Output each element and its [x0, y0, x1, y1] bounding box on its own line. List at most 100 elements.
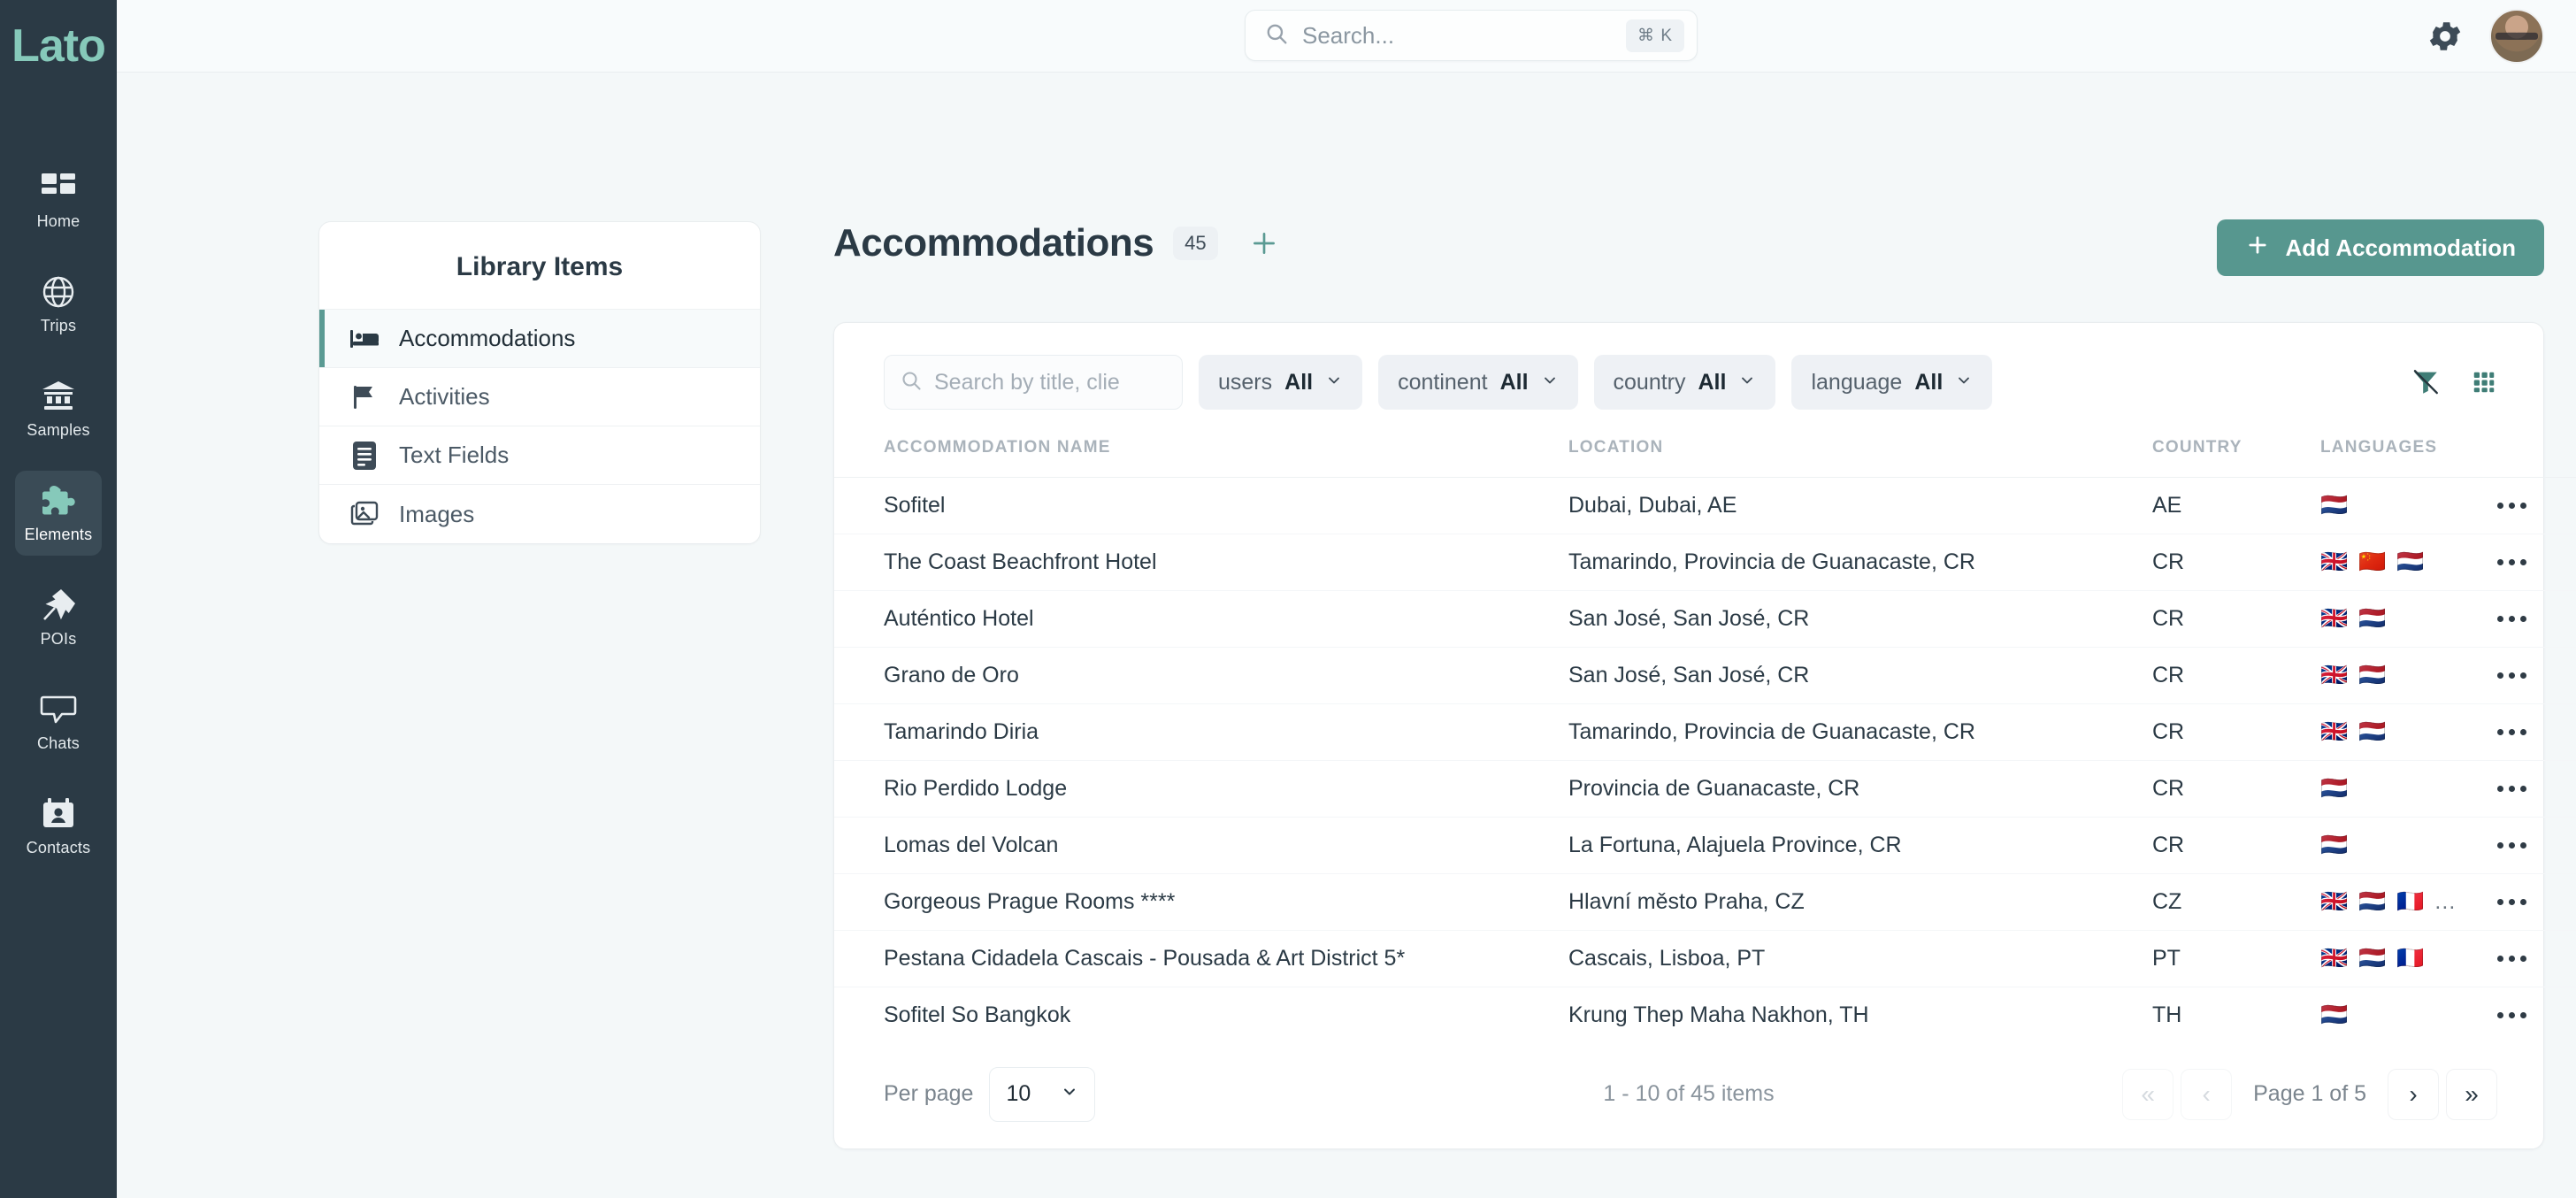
rail-item-trips[interactable]: Trips — [15, 262, 102, 347]
table-row[interactable]: Pestana Cidadela Cascais - Pousada & Art… — [834, 930, 2576, 987]
table-search-input[interactable]: Search by title, clie — [884, 355, 1183, 410]
flag-icon: 🇳🇱 — [2320, 493, 2349, 518]
first-page-button[interactable]: « — [2122, 1068, 2174, 1120]
cell-languages: 🇳🇱 — [2320, 477, 2497, 534]
items-count-label: 1 - 10 of 45 items — [1603, 1081, 1775, 1106]
last-page-button[interactable]: » — [2446, 1068, 2497, 1120]
chevron-down-icon — [1955, 372, 1973, 394]
next-page-button[interactable]: › — [2388, 1068, 2439, 1120]
table-filter-bar: Search by title, clie users All continen… — [834, 323, 2543, 433]
cell-location: Hlavní město Praha, CZ — [1568, 873, 2152, 931]
cell-location: La Fortuna, Alajuela Province, CR — [1568, 817, 2152, 874]
per-page-select[interactable]: 10 — [989, 1066, 1096, 1122]
filter-chip-language[interactable]: language All — [1791, 355, 1993, 410]
chat-bubble-icon — [39, 691, 78, 728]
more-languages-ellipsis[interactable]: ... — [2434, 889, 2456, 915]
cell-languages: 🇬🇧 🇳🇱 — [2320, 703, 2497, 761]
table-footer: Per page 10 1 - 10 of 45 items « ‹ Page … — [834, 1044, 2543, 1148]
language-flag-list: 🇬🇧 🇳🇱 🇫🇷... — [2320, 889, 2497, 915]
cell-row-actions — [2497, 930, 2576, 987]
more-horizontal-icon[interactable] — [2497, 956, 2576, 962]
main-area: Search... ⌘ K Library Items Accommodatio… — [117, 0, 2576, 1198]
language-flag-list: 🇬🇧 🇳🇱 — [2320, 721, 2497, 743]
add-accommodation-button[interactable]: Add Accommodation — [2216, 219, 2544, 276]
table-row[interactable]: Grano de Oro San José, San José, CR CR 🇬🇧 🇳🇱 — [834, 647, 2576, 704]
filter-chip-continent[interactable]: continent All — [1378, 355, 1578, 410]
filter-off-icon[interactable] — [2411, 367, 2441, 397]
cell-accommodation-name[interactable]: Tamarindo Diria — [834, 703, 1568, 761]
cell-accommodation-name[interactable]: Lomas del Volcan — [834, 817, 1568, 874]
more-horizontal-icon[interactable] — [2497, 503, 2576, 509]
add-tab-plus-icon[interactable] — [1246, 226, 1282, 261]
filter-chip-users[interactable]: users All — [1199, 355, 1363, 410]
library-item-text-fields[interactable]: Text Fields — [319, 426, 760, 485]
cell-location: San José, San José, CR — [1568, 647, 2152, 704]
cell-accommodation-name[interactable]: Pestana Cidadela Cascais - Pousada & Art… — [834, 930, 1568, 987]
cell-country: TH — [2152, 1002, 2182, 1028]
more-horizontal-icon[interactable] — [2497, 899, 2576, 905]
flag-icon: 🇳🇱 — [2358, 946, 2387, 971]
rail-item-home[interactable]: Home — [15, 157, 102, 242]
cell-accommodation-name[interactable]: Gorgeous Prague Rooms **** — [834, 873, 1568, 931]
flag-icon: 🇫🇷 — [2396, 946, 2425, 971]
table-row[interactable]: Auténtico Hotel San José, San José, CR CR 🇬… — [834, 590, 2576, 648]
cell-country: PT — [2152, 930, 2320, 987]
cell-country: CR — [2152, 534, 2320, 591]
rail-item-pois[interactable]: POIs — [15, 575, 102, 660]
more-horizontal-icon[interactable] — [2497, 786, 2576, 792]
search-icon — [901, 370, 922, 395]
global-search-input[interactable]: Search... ⌘ K — [1245, 10, 1698, 61]
language-flag-list: 🇬🇧 🇳🇱 — [2320, 664, 2497, 687]
table-row[interactable]: Sofitel So Bangkok Krung Thep Maha Nakhon… — [834, 987, 2576, 1044]
more-horizontal-icon[interactable] — [2497, 559, 2576, 565]
rail-item-samples[interactable]: Samples — [15, 366, 102, 451]
gear-icon[interactable] — [2426, 17, 2465, 56]
table-search-placeholder: Search by title, clie — [934, 369, 1120, 395]
column-header-name[interactable]: ACCOMMODATION NAME — [834, 433, 1568, 478]
more-horizontal-icon[interactable] — [2497, 729, 2576, 735]
more-horizontal-icon[interactable] — [2497, 672, 2576, 679]
cell-accommodation-name[interactable]: Grano de Oro — [834, 647, 1568, 704]
table-row[interactable]: Lomas del Volcan La Fortuna, Alajuela Pro… — [834, 817, 2576, 874]
table-row[interactable]: Sofitel Dubai, Dubai, AE AE 🇳🇱 — [834, 477, 2576, 534]
cell-accommodation-name[interactable]: Rio Perdido Lodge — [834, 760, 1568, 818]
prev-page-button[interactable]: ‹ — [2181, 1068, 2233, 1120]
cell-accommodation-name[interactable]: Auténtico Hotel — [834, 590, 1568, 648]
library-item-label: Images — [399, 500, 475, 527]
filter-chip-label: language — [1811, 369, 1903, 395]
rail-item-label: Samples — [27, 421, 90, 439]
puzzle-icon — [40, 482, 77, 519]
filter-chip-country[interactable]: country All — [1593, 355, 1776, 410]
rail-item-label: Trips — [40, 317, 77, 334]
rail-item-chats[interactable]: Chats — [15, 680, 102, 764]
grid-columns-icon[interactable] — [2471, 369, 2497, 395]
pagination-controls: « ‹ Page 1 of 5 › » — [2122, 1068, 2497, 1120]
rail-item-contacts[interactable]: Contacts — [15, 784, 102, 869]
table-row[interactable]: Gorgeous Prague Rooms **** Hlavní město P… — [834, 873, 2576, 931]
table-row[interactable]: The Coast Beachfront Hotel Tamarindo, Pro… — [834, 534, 2576, 591]
cell-accommodation-name[interactable]: Sofitel So Bangkok — [834, 987, 1568, 1044]
more-horizontal-icon[interactable] — [2497, 842, 2576, 849]
library-item-images[interactable]: Images — [319, 485, 760, 543]
column-header-languages[interactable]: LANGUAGES — [2320, 433, 2497, 478]
more-horizontal-icon[interactable] — [2497, 1012, 2576, 1019]
cell-accommodation-name[interactable]: The Coast Beachfront Hotel — [834, 534, 1568, 591]
table-row[interactable]: Rio Perdido Lodge Provincia de Guanacaste… — [834, 760, 2576, 818]
filter-chip-value: All — [1914, 369, 1944, 395]
flag-icon: 🇳🇱 — [2358, 719, 2387, 744]
library-item-accommodations[interactable]: Accommodations — [319, 310, 760, 368]
rail-item-elements[interactable]: Elements — [15, 471, 102, 556]
library-item-activities[interactable]: Activities — [319, 368, 760, 426]
avatar[interactable] — [2489, 8, 2544, 64]
rail-item-label: Chats — [36, 734, 80, 752]
cell-accommodation-name[interactable]: Sofitel — [834, 477, 1568, 534]
column-header-country[interactable]: COUNTRY — [2152, 433, 2320, 478]
cell-row-actions — [2497, 760, 2576, 818]
page-header: Accommodations 45 — [833, 221, 1282, 265]
table-row[interactable]: Tamarindo Diria Tamarindo, Provincia de G… — [834, 703, 2576, 761]
cell-languages: 🇳🇱 — [2320, 817, 2497, 874]
pin-icon — [40, 587, 77, 624]
cell-location: San José, San José, CR — [1568, 590, 2152, 648]
column-header-location[interactable]: LOCATION — [1568, 433, 2152, 478]
more-horizontal-icon[interactable] — [2497, 616, 2576, 622]
